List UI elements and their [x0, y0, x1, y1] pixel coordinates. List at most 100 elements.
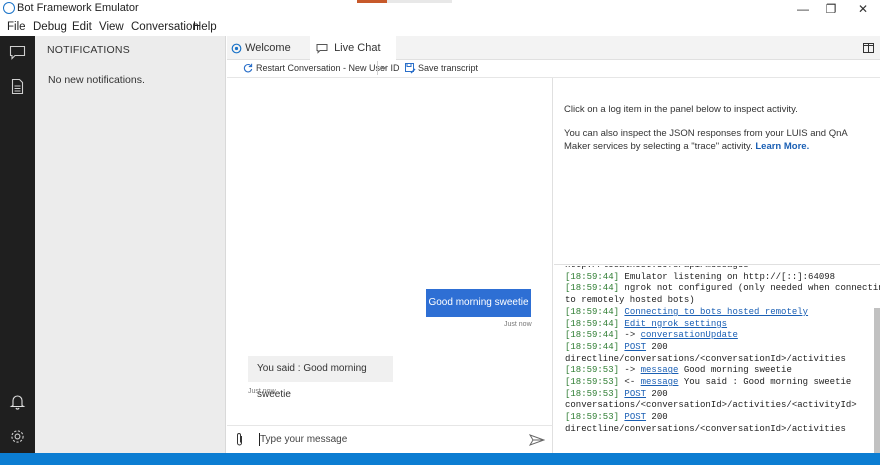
log-text: directline/conversations/<conversationId… — [565, 423, 846, 434]
title-bar: Bot Framework Emulator — ❐ ✕ — [0, 0, 880, 18]
log-timestamp: [18:59:53] — [565, 388, 620, 399]
bell-icon[interactable] — [9, 393, 26, 410]
log-text: -> — [619, 330, 641, 341]
log-timestamp: [18:59:44] — [565, 306, 620, 317]
inspector-trace-hint: You can also inspect the JSON responses … — [564, 127, 869, 153]
toolbar-divider — [377, 61, 378, 75]
notifications-empty-text: No new notifications. — [48, 74, 145, 86]
log-text: Emulator listening on http://[::]:64098 — [619, 271, 836, 282]
maximize-button[interactable]: ❐ — [814, 0, 848, 18]
log-text: -> — [619, 365, 641, 376]
log-timestamp: [18:59:44] — [565, 330, 620, 341]
chat-tab-icon — [316, 43, 328, 54]
user-message-bubble[interactable]: Good morning sweetie — [426, 289, 531, 317]
log-panel: http://localhost:3978/api/messages[18:59… — [554, 266, 880, 453]
notifications-header: NOTIFICATIONS — [47, 44, 130, 56]
log-link[interactable]: message — [641, 377, 679, 387]
log-text-suffix: 200 — [646, 341, 668, 352]
menu-view[interactable]: View — [99, 21, 124, 33]
log-line: http://localhost:3978/api/messages — [565, 266, 749, 270]
document-icon[interactable] — [9, 78, 26, 95]
chat-toolbar: Restart Conversation - New User ID Save … — [227, 60, 880, 78]
log-text-suffix: Good morning sweetie — [678, 365, 792, 376]
log-link[interactable]: conversationUpdate — [641, 330, 738, 340]
log-link[interactable]: POST — [624, 342, 646, 352]
menu-debug[interactable]: Debug — [33, 21, 67, 33]
log-link[interactable]: message — [641, 365, 679, 375]
log-text: <- — [619, 377, 641, 387]
log-timestamp: [18:59:44] — [565, 341, 620, 352]
log-text: conversations/<conversationId>/activitie… — [565, 400, 857, 411]
log-line: [18:59:44] Connecting to bots hosted rem… — [565, 307, 808, 317]
log-line: [18:59:44] -> conversationUpdate — [565, 330, 738, 340]
log-line: [18:59:53] <- message You said : Good mo… — [565, 377, 851, 387]
tab-live-chat-label: Live Chat — [334, 42, 381, 54]
log-line: [18:59:44] Edit ngrok settings — [565, 319, 727, 329]
activity-rail — [0, 36, 35, 453]
log-link[interactable]: POST — [624, 389, 646, 399]
message-input[interactable]: Type your message — [260, 434, 347, 445]
notifications-pane: NOTIFICATIONS No new notifications. — [35, 36, 226, 453]
tab-strip: Welcome Live Chat ✕ — [227, 36, 880, 78]
inspector-panel: Click on a log item in the panel below t… — [554, 78, 880, 265]
log-line: directline/conversations/<conversationId… — [565, 424, 846, 434]
menu-help[interactable]: Help — [193, 21, 217, 33]
titlebar-accent — [357, 0, 387, 3]
log-timestamp: [18:59:44] — [565, 318, 620, 329]
menu-file[interactable]: File — [7, 21, 26, 33]
log-timestamp: [18:59:44] — [565, 283, 620, 294]
window-title: Bot Framework Emulator — [17, 2, 139, 14]
status-bar — [0, 453, 880, 465]
gear-icon[interactable] — [9, 428, 26, 445]
inspector-hint: Click on a log item in the panel below t… — [564, 104, 798, 115]
log-line: to remotely hosted bots) — [565, 295, 695, 305]
log-text: http://localhost:3978/api/messages — [565, 266, 749, 270]
log-line: [18:59:53] -> message Good morning sweet… — [565, 365, 792, 375]
log-text-suffix: 200 — [646, 412, 668, 423]
log-line: [18:59:44] Emulator listening on http://… — [565, 272, 835, 282]
log-text: ngrok not configured (only needed when c… — [619, 283, 880, 294]
save-icon — [405, 63, 416, 74]
log-scrollbar[interactable] — [874, 308, 880, 453]
log-line: conversations/<conversationId>/activitie… — [565, 400, 857, 410]
log-text-suffix: 200 — [646, 388, 668, 399]
split-view-icon[interactable] — [863, 43, 874, 53]
log-timestamp: [18:59:44] — [565, 271, 620, 282]
close-window-button[interactable]: ✕ — [846, 0, 880, 18]
menu-conversation[interactable]: Conversation — [131, 21, 199, 33]
message-input-bar: Type your message — [227, 425, 553, 453]
log-timestamp: [18:59:53] — [565, 412, 620, 423]
log-link[interactable]: POST — [624, 412, 646, 422]
menu-bar: File Debug Edit View Conversation Help — [0, 18, 880, 36]
restart-conversation-button[interactable]: Restart Conversation - New User ID — [256, 63, 400, 73]
log-line: directline/conversations/<conversationId… — [565, 354, 846, 364]
log-text-suffix: You said : Good morning sweetie — [678, 377, 852, 387]
chat-icon[interactable] — [9, 44, 26, 61]
log-line: [18:59:53] POST 200 — [565, 412, 668, 422]
bot-message-timestamp: Just now — [248, 388, 276, 395]
user-message-timestamp: Just now — [504, 321, 532, 328]
log-timestamp: [18:59:53] — [565, 365, 620, 376]
log-line: [18:59:44] POST 200 — [565, 342, 668, 352]
menu-edit[interactable]: Edit — [72, 21, 92, 33]
tab-live-chat[interactable]: Live Chat ✕ — [310, 36, 396, 78]
log-line: [18:59:53] POST 200 — [565, 389, 668, 399]
welcome-icon — [231, 43, 242, 53]
send-icon[interactable] — [529, 434, 545, 446]
attachment-icon[interactable] — [235, 432, 244, 447]
titlebar-accent-secondary — [387, 0, 452, 3]
tab-welcome-label: Welcome — [245, 42, 291, 54]
chat-transcript: Good morning sweetie Just now You said :… — [227, 78, 553, 425]
log-link[interactable]: Edit ngrok settings — [624, 319, 727, 329]
learn-more-link[interactable]: Learn More. — [755, 141, 809, 152]
log-link[interactable]: Connecting to bots hosted remotely — [624, 307, 808, 317]
chevron-down-icon[interactable] — [380, 65, 388, 71]
bot-message-bubble[interactable]: You said : Good morning sweetie — [248, 356, 393, 400]
log-timestamp: [18:59:53] — [565, 377, 620, 387]
save-transcript-button[interactable]: Save transcript — [418, 63, 478, 73]
tab-welcome[interactable]: Welcome — [231, 36, 309, 60]
app-logo-icon — [3, 2, 15, 14]
log-text: directline/conversations/<conversationId… — [565, 353, 846, 364]
log-text: to remotely hosted bots) — [565, 295, 695, 306]
restart-icon — [243, 63, 253, 73]
